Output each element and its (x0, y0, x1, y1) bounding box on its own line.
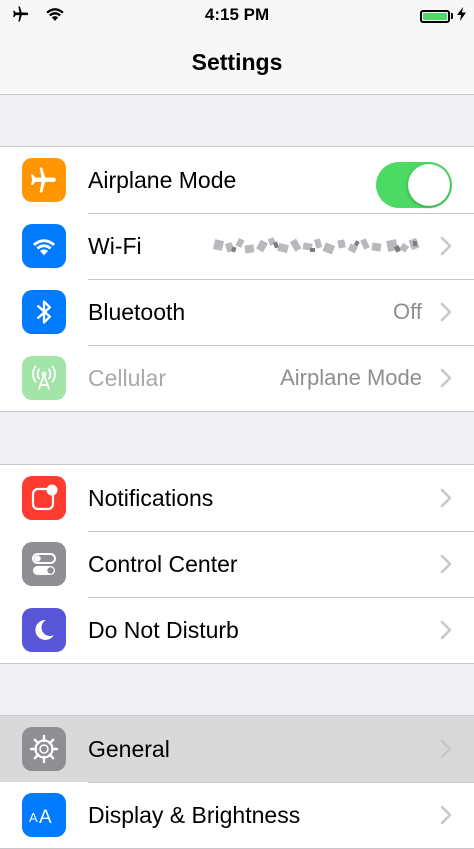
battery-icon (420, 9, 450, 23)
chevron-right-icon (440, 620, 452, 640)
notifications-icon (22, 476, 66, 520)
airplane-icon (22, 158, 66, 202)
settings-row-label: Airplane Mode (88, 167, 237, 193)
settings-group-general: General A A Display & Brightness (0, 715, 474, 849)
cellular-status-value: Airplane Mode (280, 365, 422, 390)
moon-icon (22, 608, 66, 652)
airplane-mode-toggle[interactable] (376, 162, 452, 208)
nav-bar: Settings (0, 30, 474, 95)
display-brightness-icon: A A (22, 793, 66, 837)
settings-row-label: Display & Brightness (88, 802, 301, 828)
chevron-right-icon (440, 554, 452, 574)
settings-row-bluetooth[interactable]: Bluetooth Off (0, 279, 474, 345)
status-time: 4:15 PM (204, 5, 270, 24)
settings-row-control-center[interactable]: Control Center (0, 531, 474, 597)
status-bar: 4:15 PM (0, 0, 474, 30)
bluetooth-status-value: Off (393, 299, 422, 324)
svg-text:A: A (39, 807, 52, 827)
settings-row-label: Control Center (88, 551, 238, 577)
bluetooth-icon (22, 290, 66, 334)
wifi-icon (22, 224, 66, 268)
charging-bolt-icon (457, 6, 466, 26)
settings-row-do-not-disturb[interactable]: Do Not Disturb (0, 597, 474, 663)
page-title: Settings (191, 49, 283, 75)
settings-row-label: Wi-Fi (88, 233, 142, 259)
wifi-network-name-obscured (212, 235, 422, 257)
chevron-right-icon (440, 302, 452, 322)
settings-row-label: General (88, 736, 170, 762)
settings-row-wifi[interactable]: Wi-Fi (0, 213, 474, 279)
status-right (420, 5, 466, 27)
toggle-knob (408, 164, 450, 206)
chevron-right-icon (440, 805, 452, 825)
settings-row-general[interactable]: General (0, 716, 474, 782)
settings-row-notifications[interactable]: Notifications (0, 465, 474, 531)
battery-tip (451, 13, 453, 19)
cellular-antenna-icon (22, 356, 66, 400)
settings-row-label: Do Not Disturb (88, 617, 239, 643)
battery-level (423, 12, 447, 20)
settings-row-label: Notifications (88, 485, 214, 511)
svg-text:A: A (29, 810, 38, 825)
settings-row-label: Cellular (88, 365, 166, 391)
chevron-right-icon (440, 236, 452, 256)
control-center-icon (22, 542, 66, 586)
settings-row-label: Bluetooth (88, 299, 186, 325)
settings-group-notifications: Notifications Control Center Do Not Dist… (0, 464, 474, 664)
chevron-right-icon (440, 488, 452, 508)
gear-icon (22, 727, 66, 771)
chevron-right-icon (440, 739, 452, 759)
chevron-right-icon (440, 368, 452, 388)
settings-row-airplane-mode[interactable]: Airplane Mode (0, 147, 474, 213)
settings-row-display-brightness[interactable]: A A Display & Brightness (0, 782, 474, 848)
settings-group-connectivity: Airplane Mode Wi-Fi Bluetooth Off Cellul… (0, 146, 474, 412)
settings-row-cellular[interactable]: Cellular Airplane Mode (0, 345, 474, 411)
